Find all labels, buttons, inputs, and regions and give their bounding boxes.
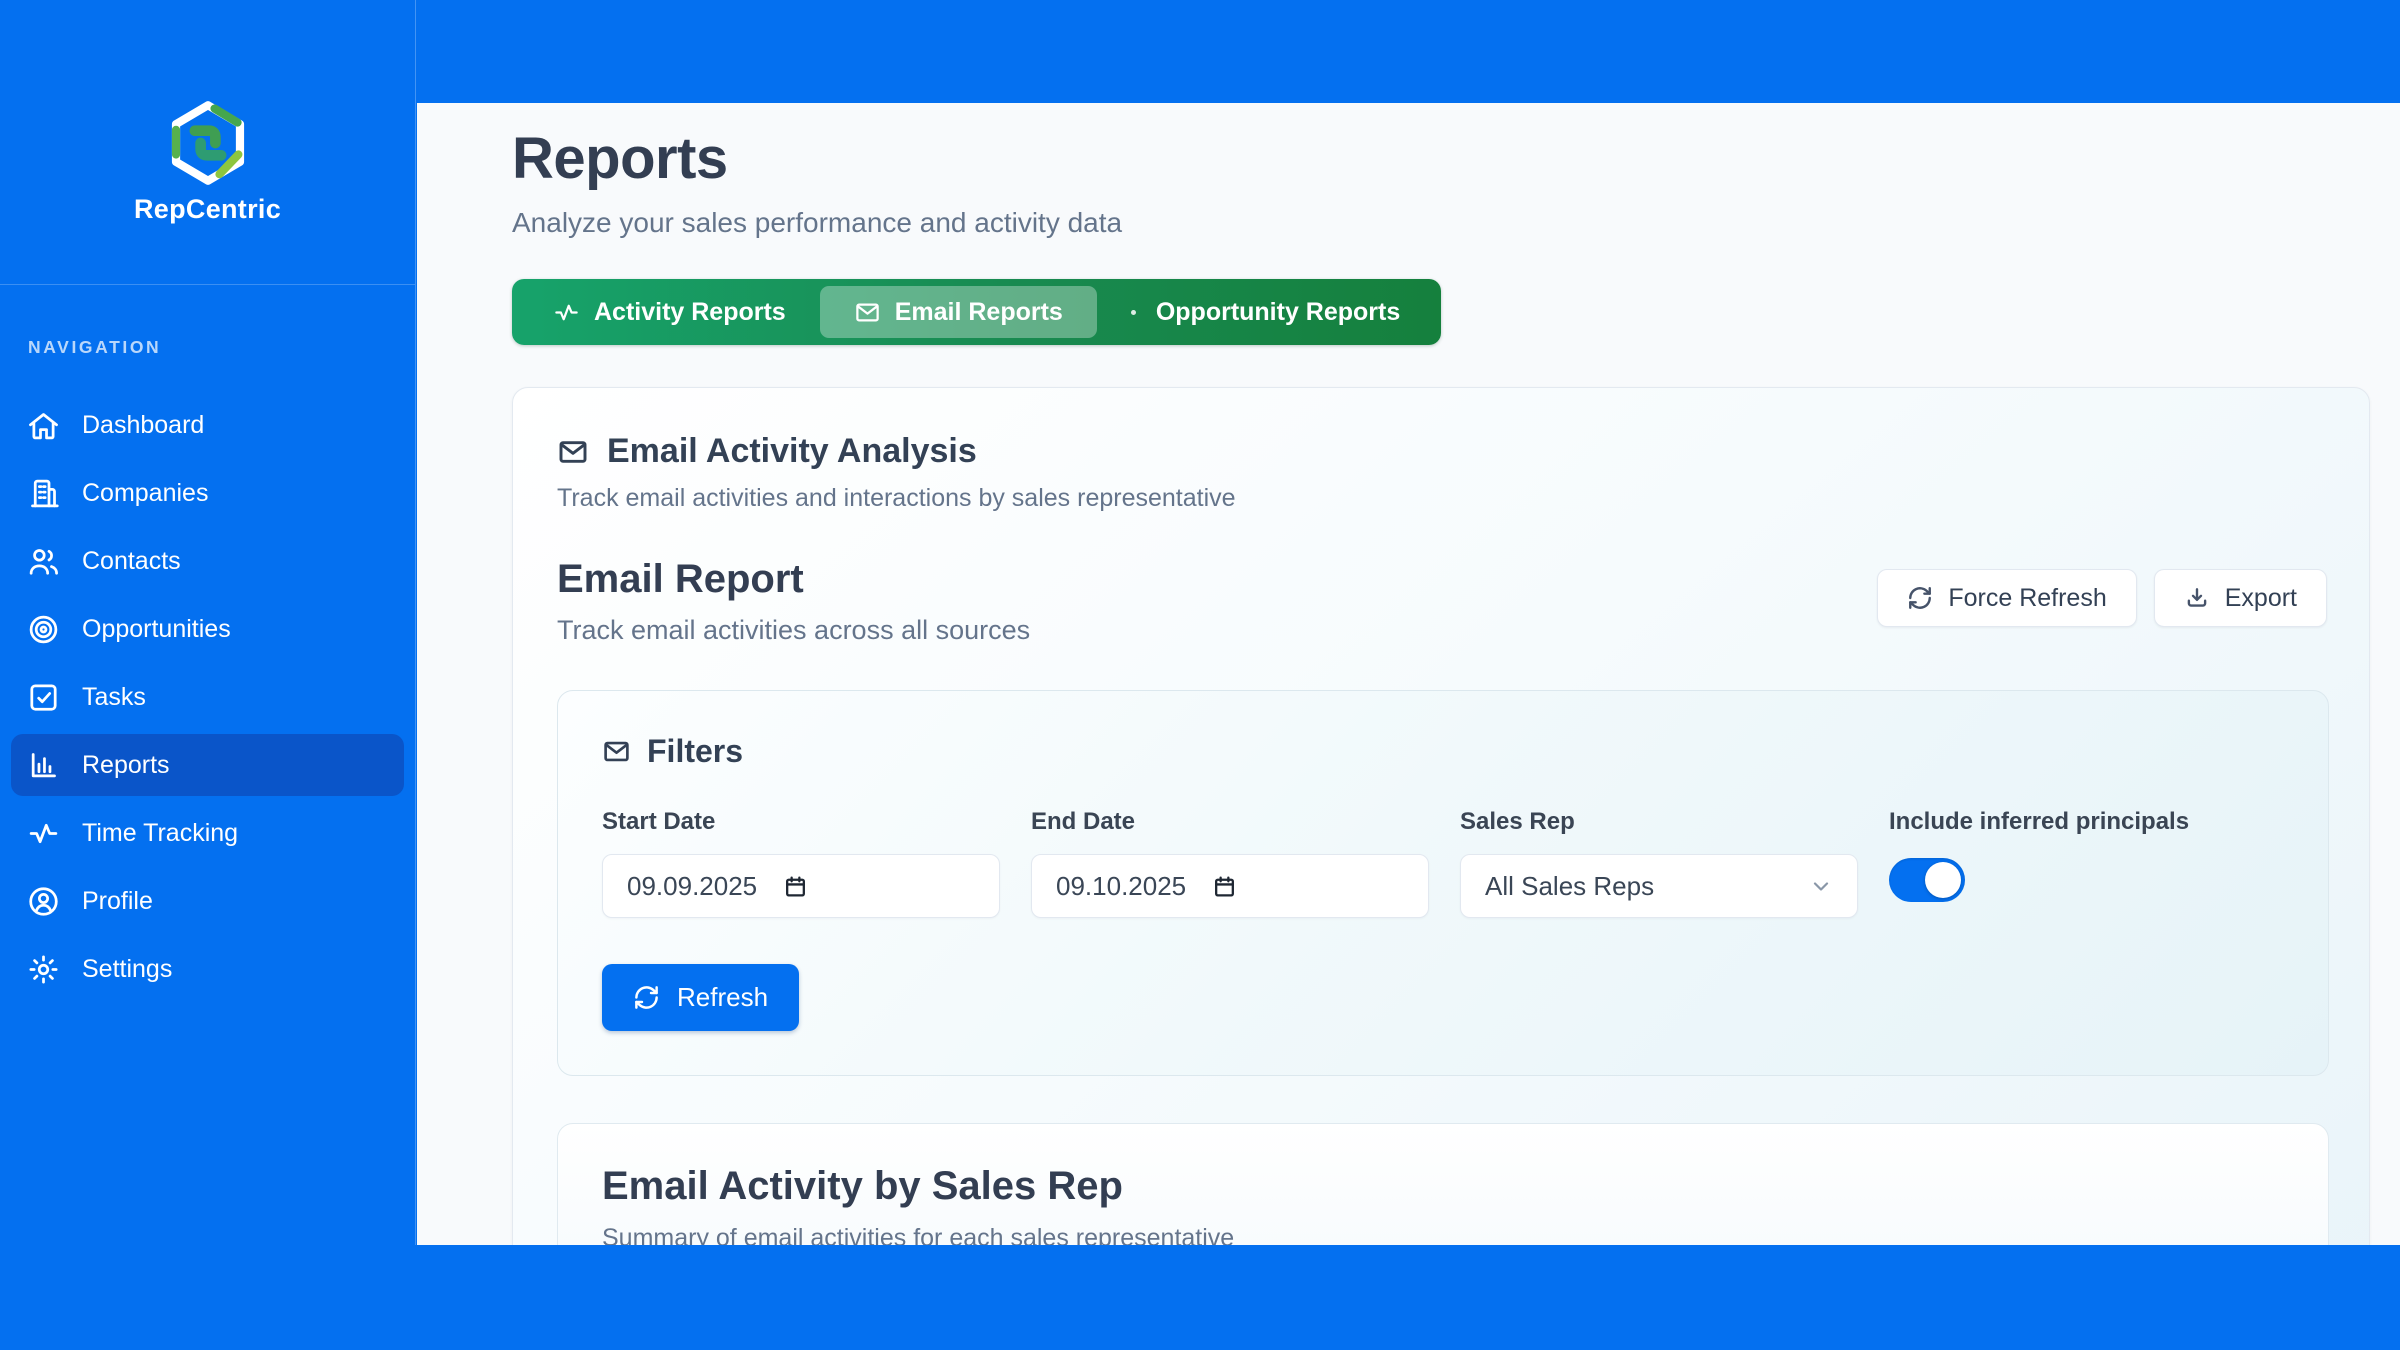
download-icon: [2184, 585, 2210, 611]
sidebar-item-tasks[interactable]: Tasks: [11, 666, 404, 728]
building-icon: [27, 477, 60, 510]
sidebar-item-label: Contacts: [82, 547, 181, 576]
calendar-icon[interactable]: [1212, 874, 1237, 899]
activity-icon: [553, 299, 580, 326]
refresh-button[interactable]: Refresh: [602, 964, 799, 1031]
tab-activity-reports[interactable]: Activity Reports: [519, 286, 820, 338]
sidebar-item-label: Opportunities: [82, 615, 231, 644]
check-square-icon: [27, 681, 60, 714]
target-icon: [27, 613, 60, 646]
sales-rep-field: Sales Rep All Sales Reps: [1460, 808, 1858, 918]
analysis-subtitle: Track email activities and interactions …: [557, 484, 2327, 513]
refresh-icon: [1907, 585, 1933, 611]
tab-label: Opportunity Reports: [1156, 298, 1400, 327]
filters-card: Filters Start Date 09.09.2025 End Date 0…: [557, 690, 2329, 1076]
sidebar-item-label: Settings: [82, 955, 172, 984]
include-inferred-label: Include inferred principals: [1889, 808, 2284, 836]
dot-icon: [1131, 310, 1136, 315]
page-title: Reports: [512, 125, 2369, 192]
sales-rep-select[interactable]: All Sales Reps: [1460, 854, 1858, 918]
gear-icon: [27, 953, 60, 986]
sales-rep-value: All Sales Reps: [1485, 871, 1654, 902]
email-report-subtitle: Track email activities across all source…: [557, 615, 1030, 646]
sidebar-item-contacts[interactable]: Contacts: [11, 530, 404, 592]
sidebar-item-profile[interactable]: Profile: [11, 870, 404, 932]
refresh-label: Refresh: [677, 982, 768, 1013]
nav-section-label: NAVIGATION: [28, 337, 415, 358]
toggle-knob: [1925, 862, 1961, 898]
nav-menu: Dashboard Companies Contacts Opportuniti…: [0, 394, 415, 1000]
tab-label: Email Reports: [895, 298, 1063, 327]
end-date-value: 09.10.2025: [1056, 871, 1186, 902]
brand: RepCentric: [0, 0, 415, 285]
filters-header: Filters: [602, 733, 2284, 770]
email-report-title: Email Report: [557, 557, 1030, 602]
house-icon: [27, 409, 60, 442]
content-panel: Reports Analyze your sales performance a…: [417, 103, 2400, 1245]
page-subtitle: Analyze your sales performance and activ…: [512, 207, 2369, 239]
activity-icon: [27, 817, 60, 850]
summary-subtitle: Summary of email activities for each sal…: [602, 1224, 2284, 1245]
sidebar-item-companies[interactable]: Companies: [11, 462, 404, 524]
filter-grid: Start Date 09.09.2025 End Date 09.10.202…: [602, 808, 2284, 918]
user-circle-icon: [27, 885, 60, 918]
sidebar-item-label: Dashboard: [82, 411, 204, 440]
start-date-field: Start Date 09.09.2025: [602, 808, 1000, 918]
sidebar-item-label: Tasks: [82, 683, 146, 712]
sidebar-item-opportunities[interactable]: Opportunities: [11, 598, 404, 660]
force-refresh-label: Force Refresh: [1948, 584, 2106, 613]
analysis-title: Email Activity Analysis: [607, 432, 977, 471]
include-inferred-principals-toggle[interactable]: [1889, 858, 1965, 902]
sidebar: RepCentric NAVIGATION Dashboard Companie…: [0, 0, 416, 1245]
sidebar-item-label: Time Tracking: [82, 819, 238, 848]
bar-chart-icon: [27, 749, 60, 782]
mail-icon: [602, 737, 631, 766]
sidebar-item-label: Reports: [82, 751, 170, 780]
sidebar-item-reports[interactable]: Reports: [11, 734, 404, 796]
end-date-input[interactable]: 09.10.2025: [1031, 854, 1429, 918]
summary-title: Email Activity by Sales Rep: [602, 1164, 2284, 1209]
brand-name: RepCentric: [134, 194, 281, 225]
email-report-row: Email Report Track email activities acro…: [557, 557, 2327, 646]
start-date-label: Start Date: [602, 808, 1000, 836]
sidebar-item-label: Profile: [82, 887, 153, 916]
tab-label: Activity Reports: [594, 298, 786, 327]
mail-icon: [854, 299, 881, 326]
start-date-value: 09.09.2025: [627, 871, 757, 902]
end-date-label: End Date: [1031, 808, 1429, 836]
mail-icon: [557, 436, 589, 468]
email-activity-analysis-card: Email Activity Analysis Track email acti…: [512, 387, 2370, 1245]
refresh-icon: [633, 984, 660, 1011]
sales-rep-label: Sales Rep: [1460, 808, 1858, 836]
sidebar-item-settings[interactable]: Settings: [11, 938, 404, 1000]
end-date-field: End Date 09.10.2025: [1031, 808, 1429, 918]
repcentric-logo-icon: [167, 100, 249, 186]
tab-opportunity-reports[interactable]: Opportunity Reports: [1097, 286, 1434, 338]
export-button[interactable]: Export: [2154, 569, 2327, 627]
start-date-input[interactable]: 09.09.2025: [602, 854, 1000, 918]
tab-email-reports[interactable]: Email Reports: [820, 286, 1097, 338]
force-refresh-button[interactable]: Force Refresh: [1877, 569, 2136, 627]
analysis-header: Email Activity Analysis: [557, 432, 2327, 471]
sidebar-item-time-tracking[interactable]: Time Tracking: [11, 802, 404, 864]
calendar-icon[interactable]: [783, 874, 808, 899]
report-tabbar: Activity Reports Email Reports Opportuni…: [512, 279, 1441, 345]
email-activity-by-rep-card: Email Activity by Sales Rep Summary of e…: [557, 1123, 2329, 1245]
report-actions: Force Refresh Export: [1877, 569, 2327, 627]
sidebar-item-dashboard[interactable]: Dashboard: [11, 394, 404, 456]
include-inferred-field: Include inferred principals: [1889, 808, 2284, 918]
sidebar-item-label: Companies: [82, 479, 208, 508]
chevron-down-icon: [1809, 874, 1833, 898]
users-icon: [27, 545, 60, 578]
export-label: Export: [2225, 584, 2297, 613]
filters-title: Filters: [647, 733, 743, 770]
